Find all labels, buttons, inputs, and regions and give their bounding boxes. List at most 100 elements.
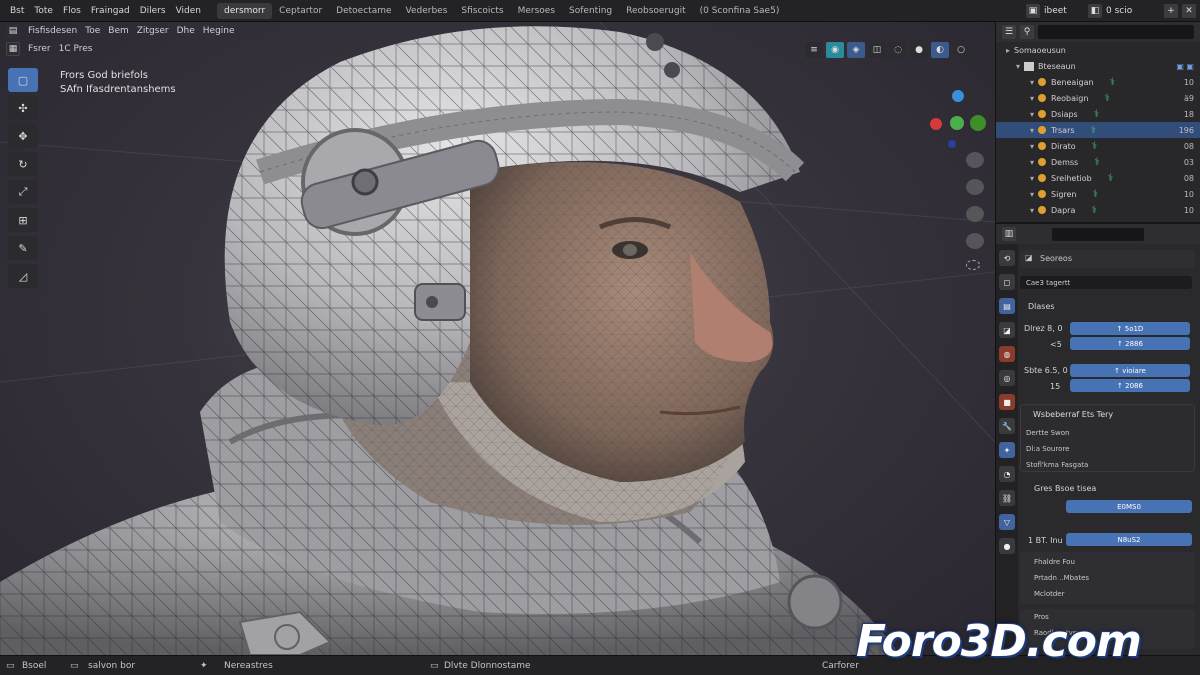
transform-tool-icon[interactable]: ⊞: [8, 208, 38, 232]
list-item[interactable]: Mclotder: [1034, 590, 1065, 598]
outliner-item[interactable]: ▾ Dsiaps ⚕ 18: [996, 106, 1200, 122]
rotate-tool-icon[interactable]: ↻: [8, 152, 38, 176]
subpanel-title[interactable]: Wsbeberraf Ets Tery: [1033, 410, 1113, 419]
world-tab-icon[interactable]: ◎: [999, 370, 1015, 386]
annotate-tool-icon[interactable]: ✎: [8, 236, 38, 260]
property-value-field[interactable]: ↑ 5o1D: [1070, 322, 1190, 335]
data-tab-icon[interactable]: ▽: [999, 514, 1015, 530]
menu-item[interactable]: Bst: [10, 6, 24, 16]
visibility-icon[interactable]: ≡: [805, 42, 823, 58]
menu-item[interactable]: Fraingad: [91, 6, 130, 16]
chevron-down-icon[interactable]: ▾: [1030, 110, 1034, 119]
chevron-down-icon[interactable]: ▾: [1030, 174, 1034, 183]
workspace-tab[interactable]: Reobsoerugit: [619, 3, 692, 19]
section-title[interactable]: 1 BT. Inu: [1028, 536, 1063, 545]
overlay-icon[interactable]: ◈: [847, 42, 865, 58]
viewport-mode-label[interactable]: Fsrer: [28, 44, 51, 54]
output-tab-icon[interactable]: ▤: [999, 298, 1015, 314]
outliner-search-input[interactable]: [1038, 25, 1194, 39]
chevron-down-icon[interactable]: ▾: [1030, 126, 1034, 135]
outliner-item[interactable]: ▾ Dirato ⚕ 08: [996, 138, 1200, 154]
list-item[interactable]: Prtadn ..Mbates: [1034, 574, 1089, 582]
editor-type-icon[interactable]: ▦: [6, 42, 20, 56]
z-axis-neg-icon[interactable]: [948, 140, 956, 148]
menu-item[interactable]: Dilers: [140, 6, 166, 16]
viewport-menu-item[interactable]: Bem: [108, 26, 128, 36]
render-tab-icon[interactable]: ◻: [999, 274, 1015, 290]
grid-icon[interactable]: [966, 260, 980, 270]
object-mode-icon[interactable]: ▤: [6, 24, 20, 38]
menu-item[interactable]: Viden: [176, 6, 201, 16]
viewport-menu-item[interactable]: Dhe: [177, 26, 195, 36]
particles-tab-icon[interactable]: ✦: [999, 442, 1015, 458]
property-value-field[interactable]: E0MS0: [1066, 500, 1192, 513]
section-title[interactable]: Gres Bsoe tisea: [1034, 484, 1096, 493]
camera-icon[interactable]: [966, 206, 984, 222]
object-name-row[interactable]: ◪ Seoreos: [1020, 250, 1195, 268]
workspace-tab[interactable]: Sofenting: [562, 3, 619, 19]
viewport-menu-item[interactable]: Toe: [85, 26, 100, 36]
properties-search-input[interactable]: [1052, 227, 1144, 241]
outliner-item[interactable]: ▾ Sreihetiob ⚕ 08: [996, 170, 1200, 186]
tool-tab-icon[interactable]: ⟲: [999, 250, 1015, 266]
wireframe-shading-icon[interactable]: ◌: [889, 42, 907, 58]
chevron-down-icon[interactable]: ▾: [1016, 62, 1020, 71]
outliner-item[interactable]: ▾ Reobaign ⚕ ä9: [996, 90, 1200, 106]
property-value-field[interactable]: ↑ 2886: [1070, 337, 1190, 350]
subpanel-item[interactable]: Dl:a Sourore: [1026, 445, 1069, 453]
collapse-icon[interactable]: ▸: [1006, 46, 1010, 55]
y-axis-icon[interactable]: [950, 116, 964, 130]
workspace-tab[interactable]: Detoectame: [329, 3, 398, 19]
perspective-icon[interactable]: [966, 233, 984, 249]
outliner-item[interactable]: ▾ Demss ⚕ 03: [996, 154, 1200, 170]
chevron-down-icon[interactable]: ▾: [1030, 206, 1034, 215]
outliner-scene-row[interactable]: ▸ Somaoeusun: [996, 42, 1200, 58]
add-icon[interactable]: +: [1164, 4, 1178, 18]
solid-shading-icon[interactable]: ●: [910, 42, 928, 58]
filter-icon[interactable]: ⚲: [1020, 25, 1034, 39]
chevron-down-icon[interactable]: ▾: [1030, 94, 1034, 103]
select-box-tool-icon[interactable]: ▢: [8, 68, 38, 92]
xray-icon[interactable]: ◫: [868, 42, 886, 58]
y-axis-neg-icon[interactable]: [970, 115, 986, 131]
workspace-tab[interactable]: Ceptartor: [272, 3, 329, 19]
data-block-selector[interactable]: Cae3 tagertt: [1020, 276, 1192, 289]
material-shading-icon[interactable]: ◐: [931, 42, 949, 58]
measure-tool-icon[interactable]: ◿: [8, 264, 38, 288]
menu-item[interactable]: Tote: [34, 6, 53, 16]
menu-item[interactable]: Flos: [63, 6, 81, 16]
outliner-item[interactable]: ▾ Trsars ⚕ 196: [996, 122, 1200, 138]
zoom-icon[interactable]: [966, 152, 984, 168]
list-item[interactable]: Fhaldre Fou: [1034, 558, 1075, 566]
view-layer-icon[interactable]: ◧: [1088, 4, 1102, 18]
cursor-tool-icon[interactable]: ✣: [8, 96, 38, 120]
z-axis-icon[interactable]: [952, 90, 964, 102]
chevron-down-icon[interactable]: ▾: [1030, 158, 1034, 167]
workspace-tab[interactable]: (0 Sconfina Sae5): [693, 3, 787, 19]
chevron-down-icon[interactable]: ▾: [1030, 78, 1034, 87]
outliner-item[interactable]: ▾ Sigren ⚕ 10: [996, 186, 1200, 202]
object-tab-icon[interactable]: ■: [999, 394, 1015, 410]
gizmo-toggle-icon[interactable]: ◉: [826, 42, 844, 58]
3d-viewport[interactable]: ▦ Fsrer 1C Pres ▤ Fisfisdesen Toe Bem Zi…: [0, 22, 995, 655]
viewport-mode-label[interactable]: 1C Pres: [59, 44, 93, 54]
outliner-item[interactable]: ▾ Dapra ⚕ 10: [996, 202, 1200, 218]
property-value-field[interactable]: N8uS2: [1066, 533, 1192, 546]
material-tab-icon[interactable]: ●: [999, 538, 1015, 554]
view-layer-tab-icon[interactable]: ◪: [999, 322, 1015, 338]
property-value-field[interactable]: ↑ vioiare: [1070, 364, 1190, 377]
modifier-tab-icon[interactable]: 🔧: [999, 418, 1015, 434]
close-icon[interactable]: ✕: [1182, 4, 1196, 18]
pan-icon[interactable]: [966, 179, 984, 195]
viewport-menu-item[interactable]: Zitgser: [137, 26, 169, 36]
outliner-collection-row[interactable]: ▾ Bteseaun ▣ ▣: [996, 58, 1200, 74]
outliner-item[interactable]: ▾ Beneaigan ⚕ 10: [996, 74, 1200, 90]
x-axis-icon[interactable]: [930, 118, 942, 130]
scene-tab-icon[interactable]: ◍: [999, 346, 1015, 362]
chevron-down-icon[interactable]: ▾: [1030, 142, 1034, 151]
viewport-menu-item[interactable]: Fisfisdesen: [28, 26, 77, 36]
rendered-shading-icon[interactable]: ○: [952, 42, 970, 58]
outliner-editor-icon[interactable]: ☰: [1002, 25, 1016, 39]
move-tool-icon[interactable]: ✥: [8, 124, 38, 148]
properties-editor-icon[interactable]: ▥: [1002, 227, 1016, 241]
